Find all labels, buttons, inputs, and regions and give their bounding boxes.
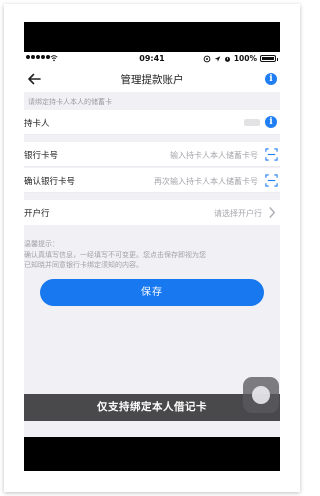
battery-icon — [260, 55, 278, 62]
tips-title: 温馨提示： — [24, 240, 59, 248]
info-icon[interactable]: i — [265, 73, 277, 85]
cardholder-row: 持卡人 i — [24, 110, 280, 135]
toast-message: 仅支持绑定本人借记卡 — [24, 394, 280, 421]
nav-bar: 管理提款账户 i — [24, 66, 280, 92]
assistive-touch-button[interactable] — [243, 377, 279, 413]
bind-hint: 请绑定持卡人本人的储蓄卡 — [28, 98, 112, 106]
page-title: 管理提款账户 — [120, 74, 184, 86]
confirm-card-number-input[interactable]: 再次输入持卡人本人储蓄卡号 — [154, 176, 258, 187]
phone-screen: 09:41 100% 管理提款账户 i 请绑定持卡人本人的储蓄卡 持卡人 i 银… — [24, 52, 280, 437]
navigation-arrow-icon — [214, 55, 221, 62]
bank-row[interactable]: 开户行 请选择开户行 — [24, 200, 280, 225]
confirm-card-number-label: 确认银行卡号 — [24, 177, 76, 187]
bank-label: 开户行 — [24, 209, 50, 219]
location-icon — [203, 55, 211, 62]
card-number-row[interactable]: 银行卡号 输入持卡人本人储蓄卡号 — [24, 142, 280, 167]
status-right: 100% — [203, 54, 278, 63]
cardholder-label: 持卡人 — [24, 119, 50, 129]
card-number-input[interactable]: 输入持卡人本人储蓄卡号 — [170, 150, 258, 161]
bank-select[interactable]: 请选择开户行 — [214, 208, 262, 219]
letterbox-top — [24, 22, 280, 52]
tips-line: 已知晓并同意银行卡绑定须知的内容。 — [24, 261, 143, 269]
status-bar: 09:41 100% — [24, 52, 280, 66]
confirm-card-number-row[interactable]: 确认银行卡号 再次输入持卡人本人储蓄卡号 — [24, 168, 280, 193]
letterbox-bottom — [24, 437, 280, 471]
save-button[interactable]: 保存 — [40, 279, 264, 306]
assistive-touch-icon — [252, 386, 270, 404]
alarm-icon — [224, 56, 230, 62]
scan-card-icon[interactable] — [265, 148, 278, 161]
cardholder-info-icon[interactable]: i — [265, 116, 277, 128]
tips-block: 温馨提示： 确认真填写信息，一经填写不可变更。您点击保存即视为您 已知晓并同意银… — [24, 239, 280, 270]
cardholder-name-masked — [244, 119, 260, 126]
battery-percent: 100% — [233, 54, 257, 63]
card-number-label: 银行卡号 — [24, 151, 59, 161]
scan-card-icon[interactable] — [265, 174, 278, 187]
chevron-right-icon[interactable] — [268, 207, 276, 218]
tips-line: 确认真填写信息，一经填写不可变更。您点击保存即视为您 — [24, 251, 206, 259]
